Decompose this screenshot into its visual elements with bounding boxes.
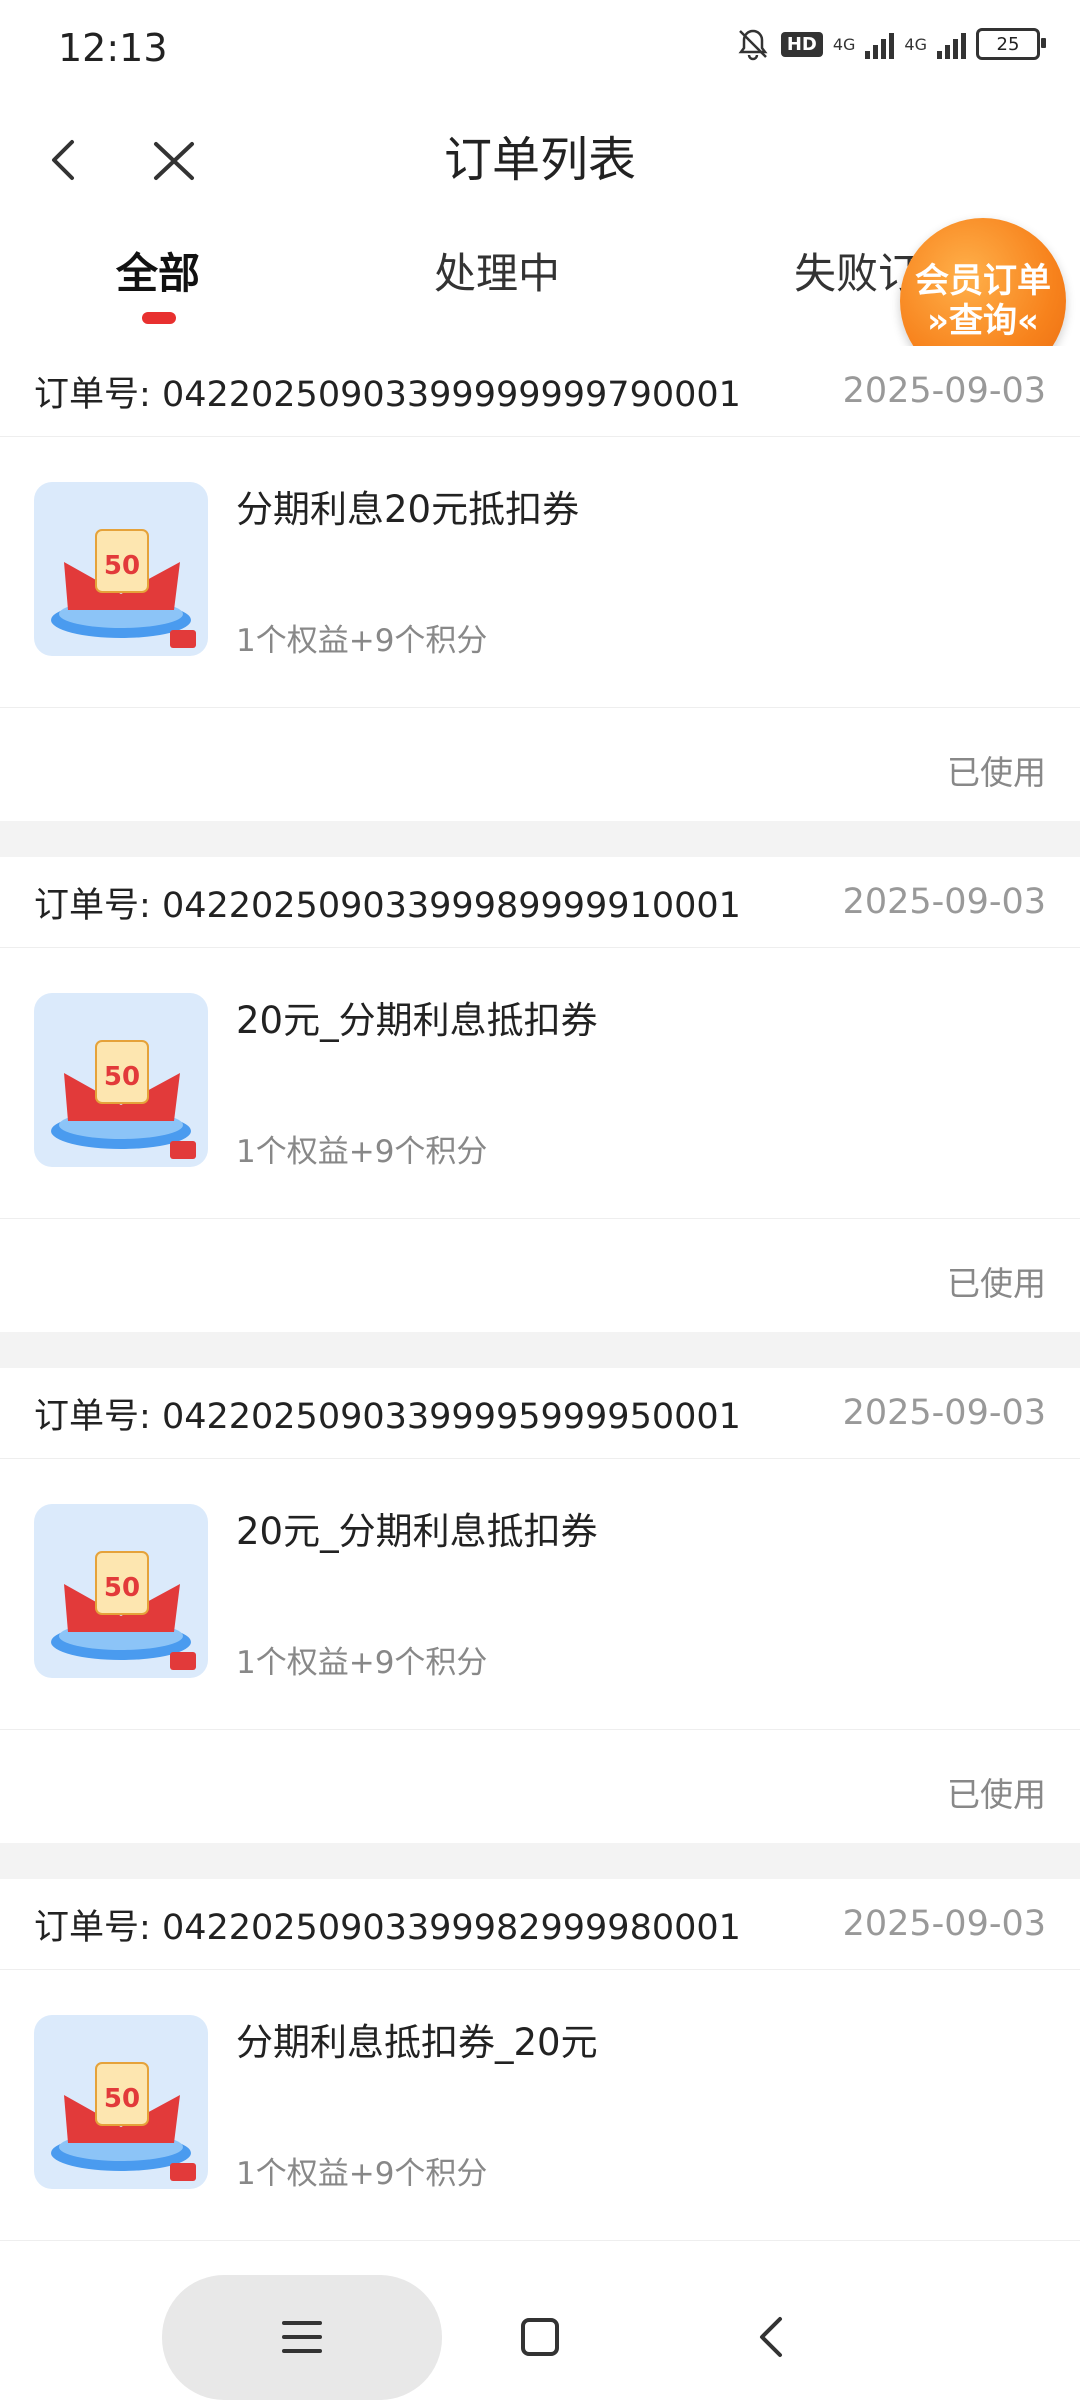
status-time: 12:13 [58, 26, 168, 70]
order-list: 订单号: 04220250903399999999790001 2025-09-… [0, 346, 1080, 2241]
signal-icon-2 [937, 29, 966, 59]
order-status: 已使用 [947, 1775, 1046, 1814]
coupon-thumbnail: 50 [34, 2015, 208, 2189]
order-number: 订单号: 04220250903399995999950001 [34, 1388, 741, 1439]
battery-icon: 25 [976, 28, 1046, 60]
order-number-label: 订单号: [34, 1396, 151, 1437]
order-date: 2025-09-03 [842, 1904, 1046, 1944]
order-status: 已使用 [947, 753, 1046, 792]
nav-menu-button[interactable] [262, 2307, 342, 2367]
product-name: 20元_分期利息抵扣券 [236, 1510, 598, 1553]
square-home-icon [521, 2318, 559, 2356]
coupon-thumbnail: 50 [34, 482, 208, 656]
order-footer: 已使用 [0, 708, 1080, 821]
tab-processing[interactable]: 处理中 [434, 240, 560, 301]
order-number: 订单号: 04220250903399989999910001 [34, 877, 741, 928]
order-header: 订单号: 04220250903399989999910001 2025-09-… [0, 857, 1080, 948]
order-card[interactable]: 订单号: 04220250903399995999950001 2025-09-… [0, 1368, 1080, 1843]
order-body: 50 20元_分期利息抵扣券 1个权益+9个积分 [0, 1459, 1080, 1730]
coupon-thumbnail: 50 [34, 1504, 208, 1678]
order-footer: 已使用 [0, 1730, 1080, 1843]
divider [0, 1843, 1080, 1879]
order-number: 订单号: 04220250903399982999980001 [34, 1899, 741, 1950]
hd-badge: HD [780, 31, 823, 57]
coupon-thumbnail-text: 50 [104, 1062, 140, 1092]
divider [0, 821, 1080, 857]
tab-all[interactable]: 全部 [116, 240, 200, 301]
coupon-thumbnail-text: 50 [104, 2084, 140, 2114]
query-label: »查询« [927, 301, 1039, 341]
nav-home-button[interactable] [510, 2307, 570, 2367]
divider [0, 1332, 1080, 1368]
order-body: 50 20元_分期利息抵扣券 1个权益+9个积分 [0, 948, 1080, 1219]
status-icons: HD 4G 4G 25 [735, 26, 1046, 62]
battery-level: 25 [996, 33, 1020, 55]
order-body: 50 分期利息20元抵扣券 1个权益+9个积分 [0, 437, 1080, 708]
header: 订单列表 [0, 100, 1080, 220]
coupon-thumbnail: 50 [34, 993, 208, 1167]
order-date: 2025-09-03 [842, 1393, 1046, 1433]
network-label-2: 4G [904, 34, 927, 54]
order-number-value: 04220250903399982999980001 [161, 1907, 741, 1948]
order-card[interactable]: 订单号: 04220250903399982999980001 2025-09-… [0, 1879, 1080, 2241]
tab-active-indicator [142, 312, 176, 324]
product-subtitle: 1个权益+9个积分 [236, 623, 488, 659]
coupon-thumbnail-text: 50 [104, 551, 140, 581]
product-name: 分期利息20元抵扣券 [236, 488, 580, 531]
status-bar: 12:13 HD 4G 4G 25 [0, 0, 1080, 100]
product-subtitle: 1个权益+9个积分 [236, 1134, 488, 1170]
product-name: 分期利息抵扣券_20元 [236, 2021, 598, 2064]
product-subtitle: 1个权益+9个积分 [236, 1645, 488, 1681]
order-card[interactable]: 订单号: 04220250903399989999910001 2025-09-… [0, 857, 1080, 1332]
order-card[interactable]: 订单号: 04220250903399999999790001 2025-09-… [0, 346, 1080, 821]
network-label-1: 4G [832, 34, 856, 54]
order-number-value: 04220250903399995999950001 [161, 1396, 741, 1437]
order-number-value: 04220250903399989999910001 [161, 885, 741, 926]
order-number: 订单号: 04220250903399999999790001 [34, 366, 741, 417]
page-title: 订单列表 [443, 132, 636, 188]
order-number-label: 订单号: [34, 1907, 151, 1948]
order-number-value: 04220250903399999999790001 [161, 374, 741, 415]
order-number-label: 订单号: [34, 885, 151, 926]
order-date: 2025-09-03 [842, 882, 1046, 922]
order-date: 2025-09-03 [842, 371, 1046, 411]
order-header: 订单号: 04220250903399999999790001 2025-09-… [0, 346, 1080, 437]
signal-icon [865, 29, 895, 59]
chevron-left-icon [760, 2317, 782, 2357]
coupon-thumbnail-text: 50 [104, 1573, 140, 1603]
product-name: 20元_分期利息抵扣券 [236, 999, 598, 1042]
member-order-label: 会员订单 [915, 261, 1051, 301]
product-subtitle: 1个权益+9个积分 [236, 2156, 488, 2192]
order-footer: 已使用 [0, 1219, 1080, 1332]
menu-icon [282, 2321, 322, 2353]
order-body: 50 分期利息抵扣券_20元 1个权益+9个积分 [0, 1970, 1080, 2241]
system-nav-bar [0, 2265, 1080, 2400]
order-number-label: 订单号: [34, 374, 151, 415]
order-status: 已使用 [947, 1264, 1046, 1303]
order-header: 订单号: 04220250903399995999950001 2025-09-… [0, 1368, 1080, 1459]
order-header: 订单号: 04220250903399982999980001 2025-09-… [0, 1879, 1080, 1970]
nav-back-button[interactable] [742, 2307, 802, 2367]
bell-off-icon [738, 29, 768, 61]
